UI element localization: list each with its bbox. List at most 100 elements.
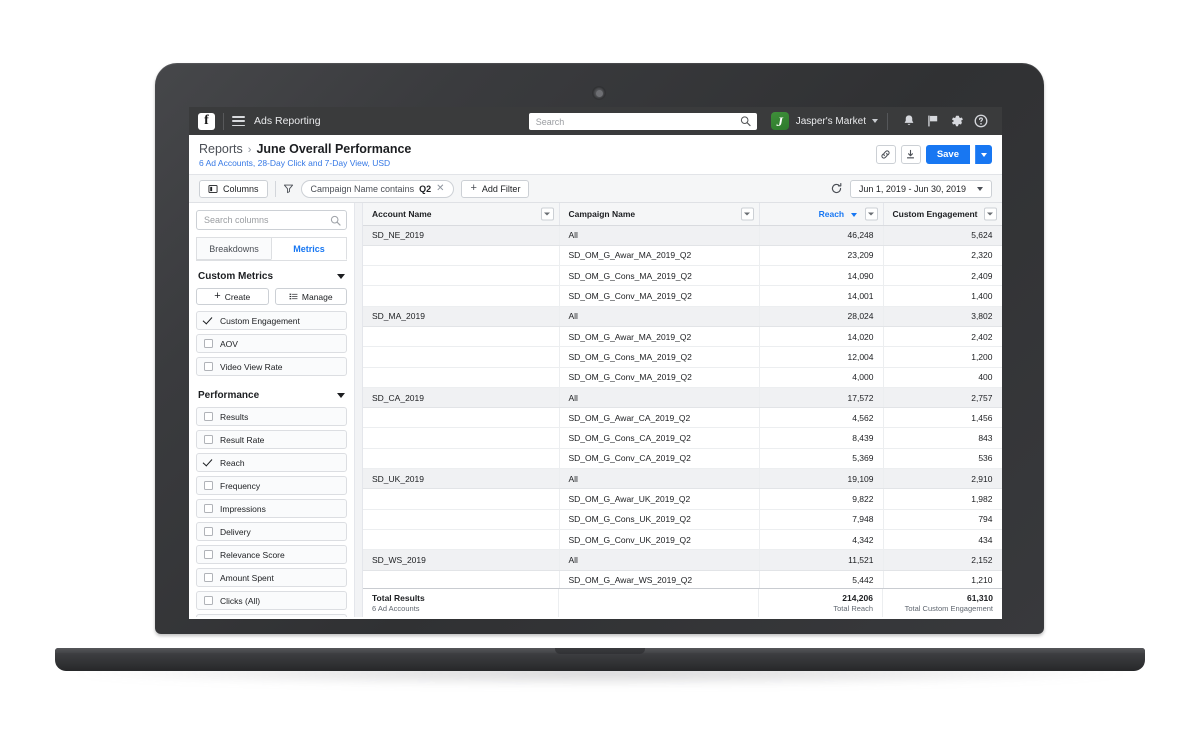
list-icon (289, 293, 298, 300)
cell-custom-engagement: 794 (883, 509, 1002, 530)
table-row[interactable]: SD_WS_2019 All 11,521 2,152 (363, 549, 1002, 571)
checkbox-icon[interactable] (204, 412, 213, 421)
manage-metrics-button[interactable]: Manage (274, 288, 347, 305)
global-search[interactable] (528, 112, 757, 131)
close-icon[interactable]: ✕ (436, 183, 444, 194)
save-dropdown-button[interactable] (975, 145, 992, 164)
chevron-down-icon[interactable] (740, 207, 754, 221)
search-input[interactable] (528, 113, 757, 131)
table-row[interactable]: SD_OM_G_Cons_MA_2019_Q2 12,004 1,200 (363, 346, 1002, 368)
cell-account-name (363, 245, 560, 267)
filter-chip-campaign-name[interactable]: Campaign Name contains Q2 ✕ (300, 179, 455, 198)
checkbox-checked-icon[interactable] (204, 316, 213, 325)
sidebar-scrollbar[interactable] (355, 203, 363, 617)
column-header-campaign-name[interactable]: Campaign Name (559, 203, 760, 226)
metric-item-relevance-score[interactable]: Relevance Score (196, 545, 347, 564)
triangle-down-icon[interactable] (337, 274, 345, 279)
checkbox-icon[interactable] (204, 504, 213, 513)
checkbox-icon[interactable] (204, 527, 213, 536)
table-row[interactable]: SD_OM_G_Conv_MA_2019_Q2 14,001 1,400 (363, 285, 1002, 307)
table-row[interactable]: SD_OM_G_Awar_MA_2019_Q2 23,209 2,320 (363, 245, 1002, 267)
save-button[interactable]: Save (925, 145, 970, 164)
table-row[interactable]: SD_UK_2019 All 19,109 2,910 (363, 468, 1002, 490)
bell-icon[interactable] (902, 114, 916, 128)
report-subtitle[interactable]: 6 Ad Accounts, 28-Day Click and 7-Day Vi… (199, 158, 411, 168)
metric-item-video-view-rate[interactable]: Video View Rate (196, 357, 347, 376)
hamburger-menu-icon[interactable] (232, 116, 245, 126)
help-icon[interactable] (974, 114, 988, 128)
table-row[interactable]: SD_MA_2019 All 28,024 3,802 (363, 306, 1002, 327)
share-link-button[interactable] (875, 145, 896, 164)
total-empty-cell (559, 588, 759, 617)
table-row[interactable]: SD_OM_G_Awar_UK_2019_Q2 9,822 1,982 (363, 488, 1002, 510)
date-range-picker[interactable]: Jun 1, 2019 - Jun 30, 2019 (849, 179, 992, 198)
section-header-custom-metrics[interactable]: Custom Metrics (196, 261, 347, 288)
table-row[interactable]: SD_OM_G_Cons_CA_2019_Q2 8,439 843 (363, 427, 1002, 449)
flag-icon[interactable] (926, 114, 940, 128)
cell-campaign-name: SD_OM_G_Awar_UK_2019_Q2 (559, 488, 760, 510)
cell-reach: 7,948 (759, 509, 884, 530)
metric-item-delivery[interactable]: Delivery (196, 522, 347, 541)
checkbox-icon[interactable] (204, 573, 213, 582)
report-table-scroll[interactable]: Account Name Campaign Name Reach Custom … (363, 203, 1002, 617)
table-row[interactable]: SD_OM_G_Cons_MA_2019_Q2 14,090 2,409 (363, 265, 1002, 287)
add-filter-button[interactable]: + Add Filter (461, 179, 530, 198)
column-header-custom-engagement[interactable]: Custom Engagement (883, 203, 1002, 226)
chevron-down-icon[interactable] (983, 207, 997, 221)
column-search[interactable] (196, 210, 347, 230)
table-row[interactable]: SD_OM_G_Cons_UK_2019_Q2 7,948 794 (363, 509, 1002, 530)
cell-reach: 14,001 (759, 285, 884, 307)
gear-icon[interactable] (950, 114, 964, 128)
metric-label: Relevance Score (220, 549, 285, 560)
create-metric-button[interactable]: + Create (196, 288, 269, 305)
metric-item-cpc-all[interactable]: CPC (All) (196, 614, 347, 617)
metric-item-results[interactable]: Results (196, 407, 347, 426)
search-columns-input[interactable] (196, 210, 347, 230)
table-row[interactable]: SD_OM_G_Awar_MA_2019_Q2 14,020 2,402 (363, 326, 1002, 348)
checkbox-icon[interactable] (204, 550, 213, 559)
breadcrumb-root[interactable]: Reports (199, 142, 243, 156)
metric-item-custom-engagement[interactable]: Custom Engagement (196, 311, 347, 330)
metric-item-amount-spent[interactable]: Amount Spent (196, 568, 347, 587)
tab-breakdowns[interactable]: Breakdowns (196, 237, 271, 260)
metric-item-aov[interactable]: AOV (196, 334, 347, 353)
facebook-logo-icon[interactable]: f (198, 112, 215, 130)
checkbox-checked-icon[interactable] (204, 458, 213, 467)
refresh-icon[interactable] (830, 182, 843, 195)
sidebar-tabs: Breakdowns Metrics (196, 237, 347, 261)
table-row[interactable]: SD_OM_G_Conv_UK_2019_Q2 4,342 434 (363, 529, 1002, 551)
checkbox-icon[interactable] (204, 339, 213, 348)
metric-item-frequency[interactable]: Frequency (196, 476, 347, 495)
chevron-down-icon[interactable] (864, 207, 878, 221)
metric-item-clicks-all[interactable]: Clicks (All) (196, 591, 347, 610)
triangle-down-icon[interactable] (337, 393, 345, 398)
metric-item-result-rate[interactable]: Result Rate (196, 430, 347, 449)
account-name[interactable]: Jasper's Market (796, 116, 866, 127)
checkbox-icon[interactable] (204, 362, 213, 371)
cell-account-name (363, 326, 560, 348)
section-header-performance[interactable]: Performance (196, 380, 347, 407)
jaspers-market-logo-icon[interactable]: J (770, 112, 789, 130)
cell-account-name: SD_CA_2019 (363, 387, 560, 409)
metric-item-impressions[interactable]: Impressions (196, 499, 347, 518)
cell-reach: 12,004 (759, 346, 884, 368)
metric-label: Frequency (220, 480, 261, 491)
column-header-account-name[interactable]: Account Name (363, 203, 560, 226)
cell-reach: 4,562 (759, 407, 884, 429)
header-actions: Save (875, 142, 992, 164)
checkbox-icon[interactable] (204, 481, 213, 490)
tab-metrics[interactable]: Metrics (271, 237, 347, 260)
table-row[interactable]: SD_CA_2019 All 17,572 2,757 (363, 387, 1002, 409)
chevron-down-icon[interactable] (540, 207, 554, 221)
table-row[interactable]: SD_OM_G_Awar_CA_2019_Q2 4,562 1,456 (363, 407, 1002, 429)
download-button[interactable] (900, 145, 921, 164)
column-header-reach[interactable]: Reach (759, 203, 884, 226)
columns-button[interactable]: Columns (199, 179, 268, 198)
metric-item-reach[interactable]: Reach (196, 453, 347, 472)
table-row[interactable]: SD_OM_G_Conv_MA_2019_Q2 4,000 400 (363, 367, 1002, 388)
checkbox-icon[interactable] (204, 435, 213, 444)
table-row[interactable]: SD_OM_G_Conv_CA_2019_Q2 5,369 536 (363, 448, 1002, 470)
table-row[interactable]: SD_NE_2019 All 46,248 5,624 (363, 225, 1002, 246)
checkbox-icon[interactable] (204, 596, 213, 605)
account-chevron-down-icon[interactable] (872, 119, 878, 123)
